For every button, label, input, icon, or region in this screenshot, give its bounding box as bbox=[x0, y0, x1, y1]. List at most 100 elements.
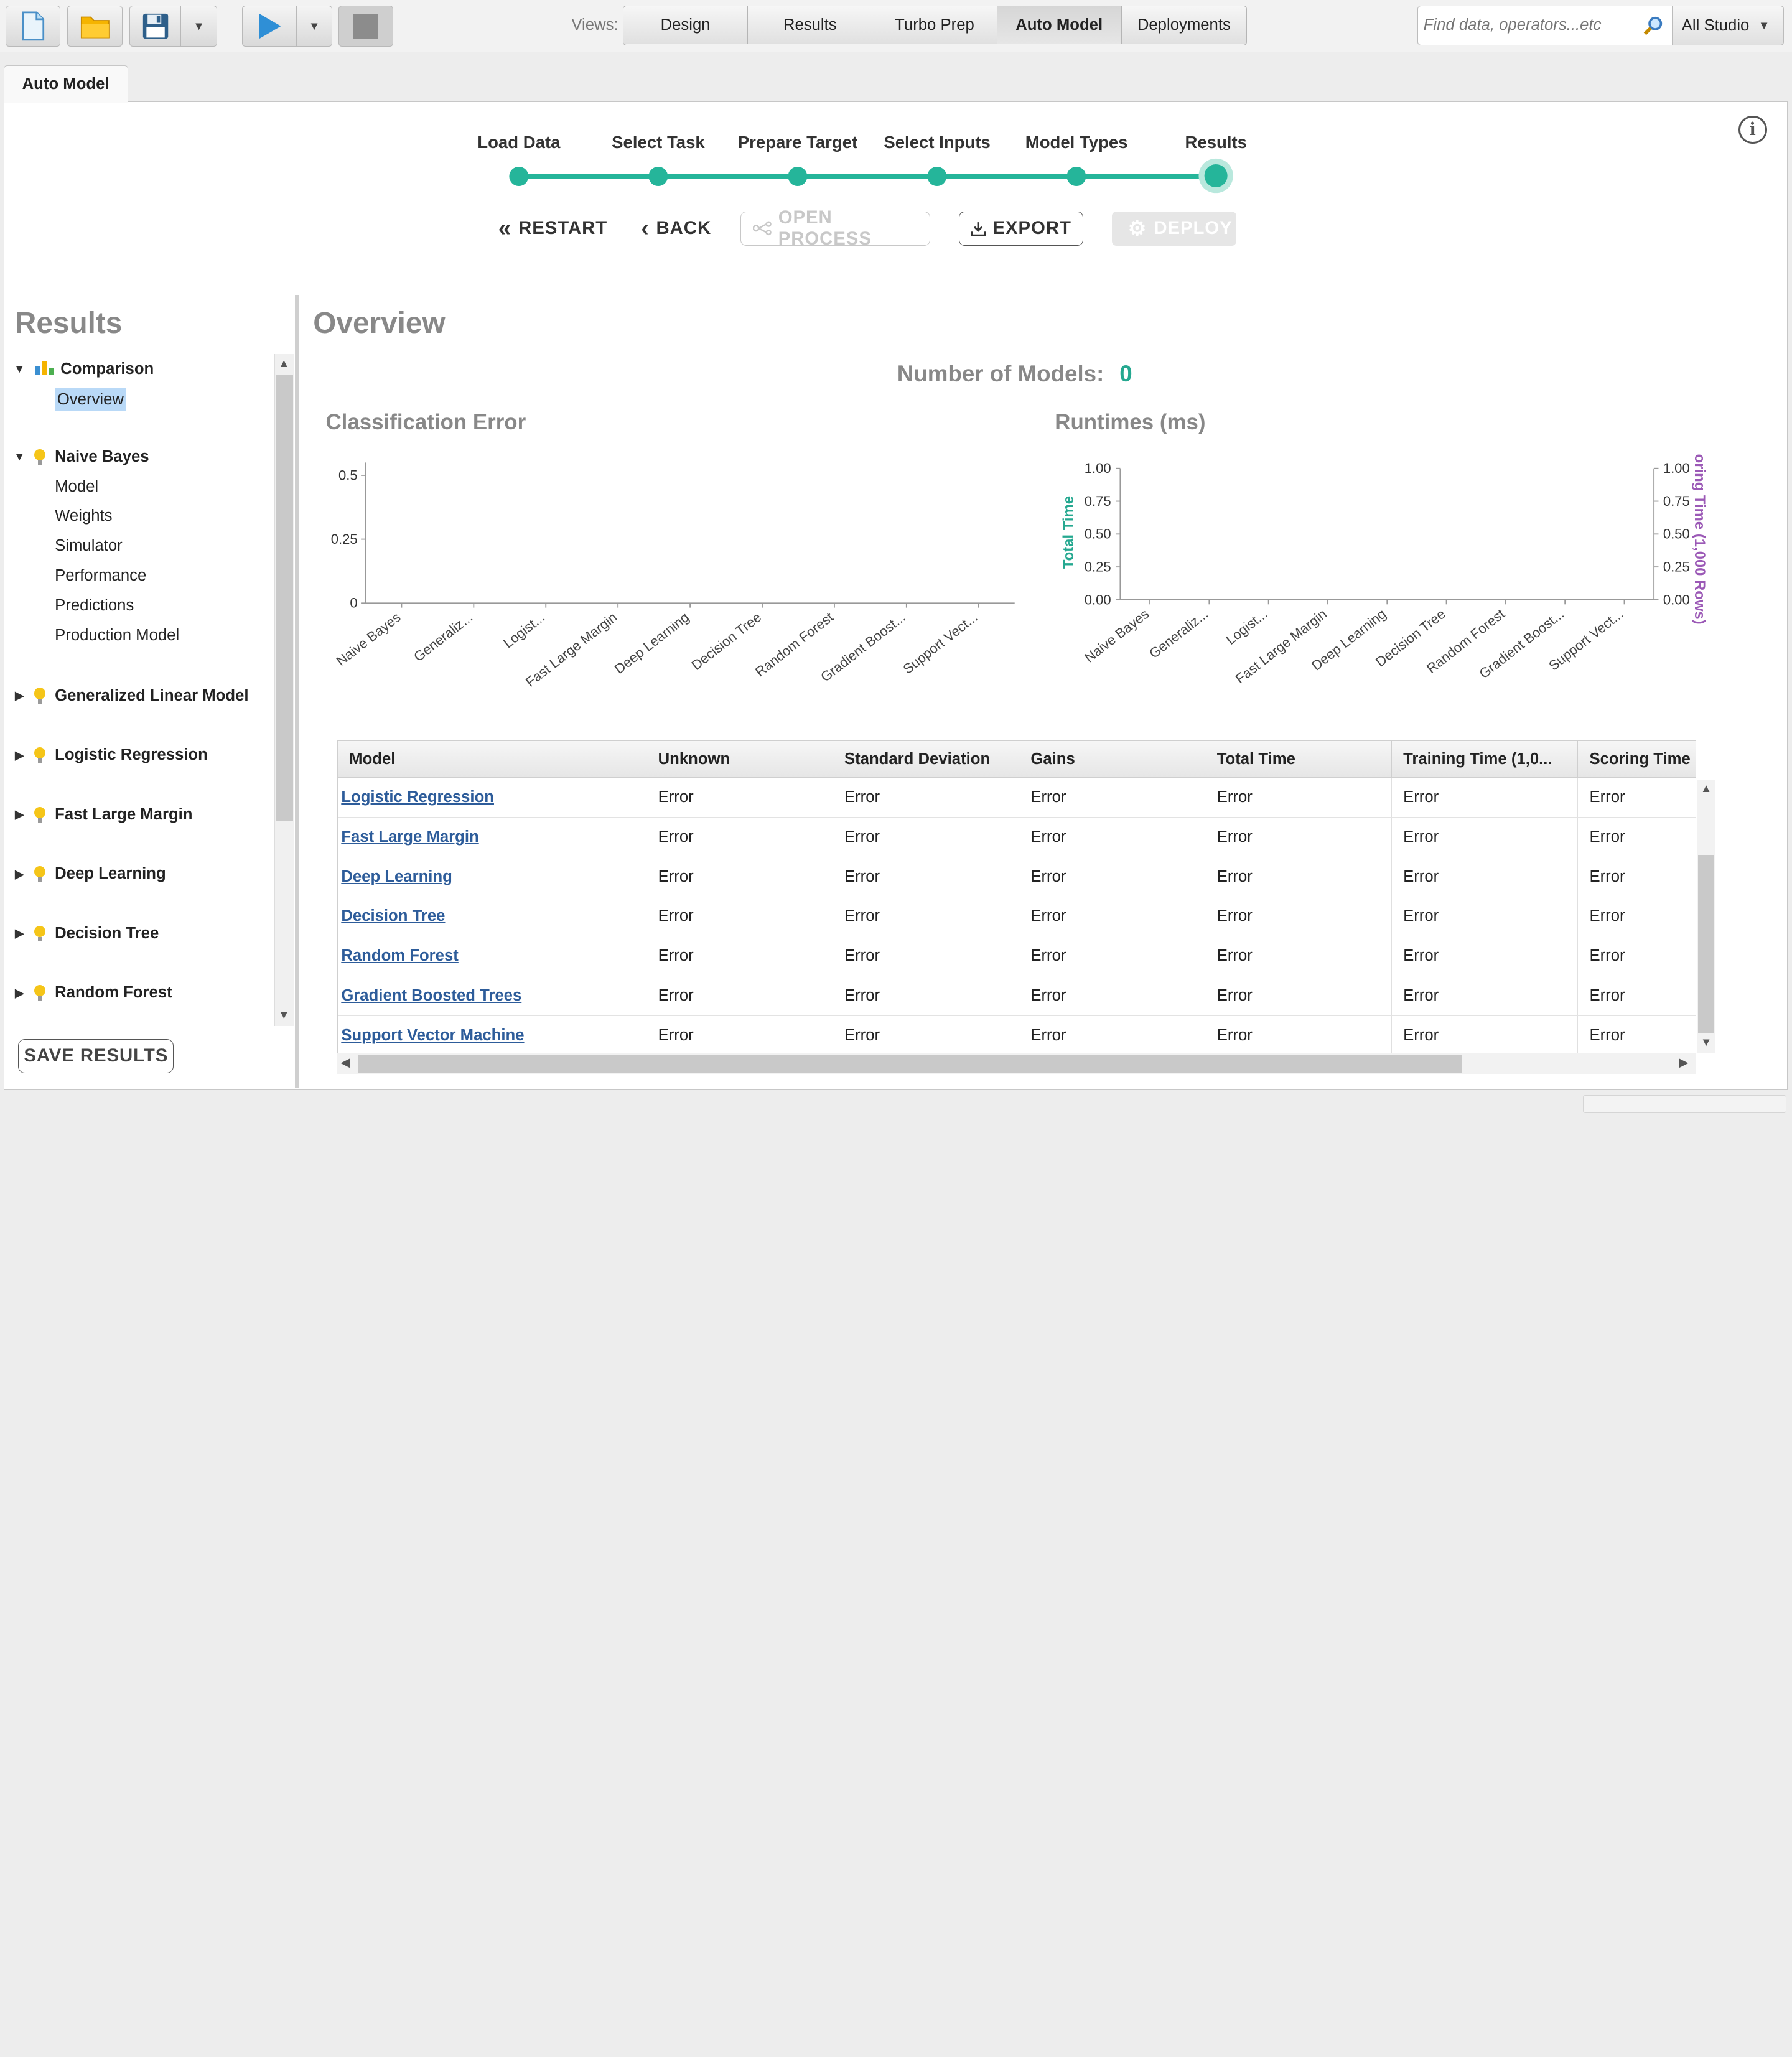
tree-item-weights[interactable]: Weights bbox=[55, 507, 112, 525]
table-cell: Error bbox=[646, 897, 833, 937]
tree-item-random-forest[interactable]: ▶ Random Forest bbox=[11, 984, 172, 1002]
stop-process-button[interactable] bbox=[338, 6, 393, 47]
model-link[interactable]: Deep Learning bbox=[341, 868, 452, 885]
model-link[interactable]: Random Forest bbox=[341, 947, 459, 964]
table-row[interactable]: Decision Tree Error Error Error Error Error Er… bbox=[337, 897, 1696, 937]
scroll-down-arrow-icon[interactable]: ▼ bbox=[278, 1008, 289, 1022]
table-horizontal-scroll-thumb[interactable] bbox=[357, 1055, 1462, 1073]
model-cell[interactable]: Gradient Boosted Trees bbox=[337, 976, 647, 1016]
save-process-button[interactable] bbox=[129, 6, 182, 47]
view-tab-turbo-prep[interactable]: Turbo Prep bbox=[872, 6, 997, 44]
tree-item-decision-tree[interactable]: ▶ Decision Tree bbox=[11, 925, 159, 943]
table-cell: Error bbox=[646, 976, 833, 1016]
table-horizontal-scrollbar[interactable]: ◀ ▶ bbox=[337, 1053, 1696, 1075]
tree-item-overview[interactable]: Overview bbox=[55, 388, 126, 411]
tree-item-performance[interactable]: Performance bbox=[55, 567, 146, 585]
save-results-button[interactable]: SAVE RESULTS bbox=[18, 1038, 174, 1073]
scroll-up-arrow-icon[interactable]: ▲ bbox=[278, 357, 289, 370]
x-tick-label: Logist... bbox=[500, 610, 548, 651]
panel-tab-auto-model[interactable]: Auto Model bbox=[3, 65, 128, 103]
save-dropdown-button[interactable]: ▼ bbox=[180, 6, 217, 47]
info-icon[interactable]: i bbox=[1738, 115, 1767, 144]
scroll-down-arrow-icon[interactable]: ▼ bbox=[1701, 1035, 1712, 1049]
search-input[interactable] bbox=[1417, 6, 1635, 44]
view-tab-auto-model[interactable]: Auto Model bbox=[997, 6, 1122, 44]
open-process-button[interactable] bbox=[67, 6, 123, 47]
chevron-down-icon: ▼ bbox=[193, 19, 205, 33]
collapsed-triangle-icon[interactable]: ▶ bbox=[11, 749, 27, 762]
collapsed-triangle-icon[interactable]: ▶ bbox=[11, 986, 27, 1000]
expanded-triangle-icon[interactable]: ▼ bbox=[11, 450, 27, 464]
deploy-button[interactable]: ⚙ DEPLOY bbox=[1112, 211, 1237, 246]
scroll-left-arrow-icon[interactable]: ◀ bbox=[340, 1055, 350, 1070]
table-row[interactable]: Fast Large Margin Error Error Error Error Err… bbox=[337, 817, 1696, 857]
column-header-unknown[interactable]: Unknown bbox=[646, 741, 833, 778]
sidebar-splitter[interactable] bbox=[294, 294, 300, 1088]
table-vertical-scrollbar[interactable]: ▲ ▼ bbox=[1697, 779, 1715, 1054]
model-link[interactable]: Support Vector Machine bbox=[341, 1027, 524, 1044]
model-cell[interactable]: Deep Learning bbox=[337, 857, 647, 897]
tree-item-predictions[interactable]: Predictions bbox=[55, 597, 134, 615]
column-header-model[interactable]: Model bbox=[337, 741, 647, 778]
table-row[interactable]: Logistic Regression Error Error Error Error E… bbox=[337, 777, 1696, 818]
tree-item-production-model[interactable]: Production Model bbox=[55, 627, 179, 645]
view-tab-design[interactable]: Design bbox=[623, 6, 749, 44]
table-cell: Error bbox=[1019, 897, 1206, 937]
run-process-button[interactable] bbox=[242, 6, 297, 47]
table-cell: Error bbox=[1019, 976, 1206, 1016]
scroll-up-arrow-icon[interactable]: ▲ bbox=[1701, 781, 1712, 795]
export-button[interactable]: EXPORT bbox=[958, 211, 1084, 246]
collapsed-triangle-icon[interactable]: ▶ bbox=[11, 689, 27, 702]
table-row[interactable]: Random Forest Error Error Error Error Error Er… bbox=[337, 936, 1696, 977]
model-link[interactable]: Gradient Boosted Trees bbox=[341, 987, 521, 1004]
run-dropdown-button[interactable]: ▼ bbox=[296, 6, 333, 47]
table-cell: Error bbox=[1205, 897, 1392, 937]
model-link[interactable]: Decision Tree bbox=[341, 907, 445, 925]
tree-item-model[interactable]: Model bbox=[55, 478, 98, 496]
model-link[interactable]: Fast Large Margin bbox=[341, 828, 478, 846]
step-dot-results[interactable] bbox=[1204, 164, 1228, 188]
view-tab-deployments[interactable]: Deployments bbox=[1121, 6, 1246, 44]
expanded-triangle-icon[interactable]: ▼ bbox=[11, 362, 27, 376]
table-vertical-scroll-thumb[interactable] bbox=[1698, 854, 1715, 1033]
search-icon[interactable] bbox=[1643, 16, 1663, 36]
x-tick-label: Deep Learning bbox=[612, 610, 692, 678]
open-process-action-button[interactable]: OPEN PROCESS bbox=[740, 207, 931, 249]
model-cell[interactable]: Random Forest bbox=[337, 936, 647, 977]
models-table: Model Unknown Standard Deviation Gains Total… bbox=[337, 740, 1696, 1054]
table-row[interactable]: Support Vector Machine Error Error Error Err… bbox=[337, 1015, 1696, 1053]
column-header-scoring-time[interactable]: Scoring Time bbox=[1577, 741, 1696, 778]
tree-item-label: Comparison bbox=[60, 360, 154, 378]
column-header-standard-deviation[interactable]: Standard Deviation bbox=[833, 741, 1019, 778]
views-label: Views: bbox=[571, 16, 618, 34]
collapsed-triangle-icon[interactable]: ▶ bbox=[11, 867, 27, 881]
column-header-gains[interactable]: Gains bbox=[1019, 741, 1206, 778]
tree-item-deep-learning[interactable]: ▶ Deep Learning bbox=[11, 865, 166, 883]
column-header-training-time-1-0[interactable]: Training Time (1,0... bbox=[1391, 741, 1579, 778]
restart-button[interactable]: « RESTART bbox=[498, 212, 607, 246]
column-header-total-time[interactable]: Total Time bbox=[1205, 741, 1392, 778]
tree-item-generalized-linear-model[interactable]: ▶ Generalized Linear Model bbox=[11, 687, 248, 705]
tree-item-fast-large-margin[interactable]: ▶ Fast Large Margin bbox=[11, 806, 192, 824]
collapsed-triangle-icon[interactable]: ▶ bbox=[11, 808, 27, 821]
table-row[interactable]: Gradient Boosted Trees Error Error Error Err… bbox=[337, 976, 1696, 1016]
studio-scope-dropdown[interactable]: All Studio ▼ bbox=[1672, 6, 1785, 46]
model-cell[interactable]: Decision Tree bbox=[337, 897, 647, 937]
view-tab-results[interactable]: Results bbox=[748, 6, 873, 44]
tree-item-logistic-regression[interactable]: ▶ Logistic Regression bbox=[11, 746, 208, 764]
collapsed-triangle-icon[interactable]: ▶ bbox=[11, 926, 27, 940]
sidebar-scrollbar[interactable]: ▲ ▼ bbox=[274, 354, 294, 1027]
tree-item-comparison[interactable]: ▼ Comparison bbox=[11, 359, 154, 380]
back-button[interactable]: ‹ BACK bbox=[641, 212, 711, 246]
tree-item-naive-bayes[interactable]: ▼ Naive Bayes bbox=[11, 448, 149, 466]
new-process-button[interactable] bbox=[6, 6, 61, 47]
chevron-left-icon: ‹ bbox=[641, 215, 650, 241]
model-cell[interactable]: Fast Large Margin bbox=[337, 817, 647, 857]
model-link[interactable]: Logistic Regression bbox=[341, 788, 494, 806]
scroll-right-arrow-icon[interactable]: ▶ bbox=[1679, 1055, 1689, 1070]
model-cell[interactable]: Support Vector Machine bbox=[337, 1015, 647, 1053]
sidebar-scroll-thumb[interactable] bbox=[276, 375, 294, 821]
tree-item-simulator[interactable]: Simulator bbox=[55, 537, 123, 555]
table-row[interactable]: Deep Learning Error Error Error Error Error Er… bbox=[337, 857, 1696, 897]
model-cell[interactable]: Logistic Regression bbox=[337, 777, 647, 818]
